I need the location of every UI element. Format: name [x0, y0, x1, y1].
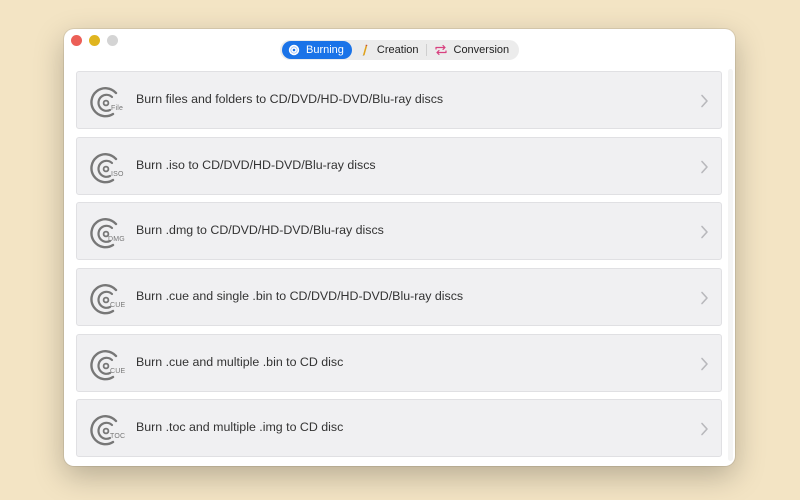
tab-conversion[interactable]: Conversion [427, 41, 517, 59]
chevron-right-icon [700, 225, 709, 239]
list-item-label: Burn .dmg to CD/DVD/HD-DVD/Blu-ray discs [136, 223, 384, 238]
disc-format-tag: ISO [111, 170, 124, 178]
disc-icon [90, 413, 130, 447]
tab-burning[interactable]: Burning [282, 41, 352, 59]
chevron-right-icon [700, 357, 709, 371]
disc-icon [90, 282, 130, 316]
zoom-button[interactable] [107, 35, 118, 46]
disc-icon [288, 44, 300, 56]
disc-format-tag: File [111, 105, 124, 112]
list-item-label: Burn .cue and multiple .bin to CD disc [136, 354, 344, 369]
list-item-label: Burn .toc and multiple .img to CD disc [136, 420, 344, 435]
window-controls [71, 35, 118, 46]
burn-task-list: File Burn files and folders to CD/DVD/HD… [76, 71, 722, 465]
list-item-label: Burn .cue and single .bin to CD/DVD/HD-D… [136, 289, 464, 304]
disc-icon [90, 216, 130, 250]
chevron-right-icon [700, 291, 709, 305]
list-item[interactable]: CUE Burn .cue and single .bin to CD/DVD/… [76, 268, 722, 327]
tab-burning-label: Burning [306, 44, 344, 56]
disc-format-tag: DMG [108, 236, 125, 244]
list-item[interactable]: ISO Burn .iso to CD/DVD/HD-DVD/Blu-ray d… [76, 136, 722, 195]
tab-creation-label: Creation [376, 44, 419, 56]
disc-format-tag: CUE [110, 367, 126, 375]
scrollbar[interactable] [728, 69, 733, 461]
chevron-right-icon [700, 160, 709, 174]
disc-icon [90, 151, 130, 185]
disc-icon [90, 85, 130, 119]
disc-format-tag: TOC [110, 433, 126, 441]
close-button[interactable] [71, 35, 82, 46]
mode-segmented-control: Burning Creation Conversion [280, 40, 519, 60]
list-item[interactable]: File Burn files and folders to CD/DVD/HD… [76, 71, 722, 129]
chevron-right-icon [700, 94, 709, 108]
list-item[interactable]: TOC Burn .toc and multiple .img to CD di… [76, 399, 722, 458]
convert-icon [434, 44, 448, 56]
tab-conversion-label: Conversion [453, 44, 510, 56]
list-item[interactable]: CUE Burn .cue and multiple .bin to CD di… [76, 333, 722, 392]
disc-format-tag: CUE [110, 302, 126, 310]
minimize-button[interactable] [89, 35, 100, 46]
disc-icon [90, 348, 130, 382]
app-window: Burning Creation Conversion File Burn fi… [64, 29, 735, 466]
pencil-icon [359, 44, 371, 56]
list-item-label: Burn files and folders to CD/DVD/HD-DVD/… [136, 92, 444, 106]
tab-creation[interactable]: Creation [352, 41, 426, 59]
list-item[interactable]: DMG Burn .dmg to CD/DVD/HD-DVD/Blu-ray d… [76, 202, 722, 261]
chevron-right-icon [700, 422, 709, 436]
list-item-label: Burn .iso to CD/DVD/HD-DVD/Blu-ray discs [136, 157, 376, 172]
